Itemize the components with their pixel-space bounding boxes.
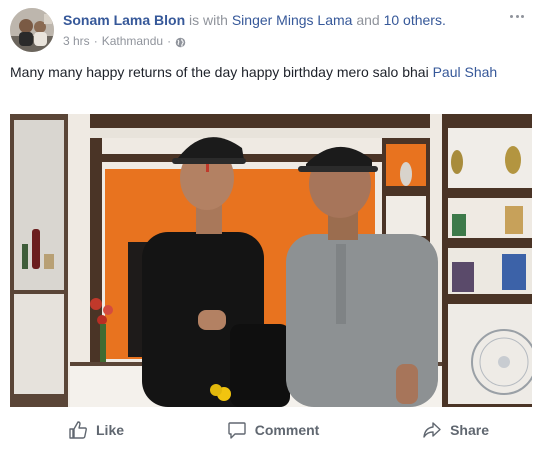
tagged-person-link[interactable]: Singer Mings Lama: [232, 12, 353, 28]
globe-icon[interactable]: [175, 36, 186, 47]
post-meta: 3 hrs · Kathmandu ·: [63, 33, 186, 49]
post-photo[interactable]: [10, 114, 532, 407]
comment-icon: [227, 420, 247, 440]
post-header: Sonam Lama Blon is with Singer Mings Lam…: [10, 8, 529, 56]
post-message: Many many happy returns of the day happy…: [10, 62, 529, 82]
comment-button[interactable]: Comment: [227, 420, 320, 440]
meta-separator: ·: [167, 34, 172, 48]
share-label: Share: [450, 422, 489, 438]
like-label: Like: [96, 422, 125, 438]
others-link[interactable]: 10 others.: [384, 12, 446, 28]
post-message-text: Many many happy returns of the day happy…: [10, 64, 429, 80]
author-name-link[interactable]: Sonam Lama Blon: [63, 12, 185, 28]
share-button[interactable]: Share: [422, 420, 489, 440]
avatar[interactable]: [10, 8, 54, 52]
thumbs-up-icon: [68, 420, 88, 440]
meta-separator: ·: [93, 34, 98, 48]
post-actions-bar: Like Comment Share: [10, 410, 529, 450]
like-button[interactable]: Like: [68, 420, 124, 440]
comment-label: Comment: [254, 422, 320, 438]
post-header-text: Sonam Lama Blon is with Singer Mings Lam…: [63, 11, 499, 29]
post-timestamp[interactable]: 3 hrs: [63, 33, 90, 49]
message-tag-link[interactable]: Paul Shah: [433, 64, 498, 80]
more-options-icon[interactable]: [509, 12, 525, 22]
and-text: and: [356, 12, 380, 28]
post-location[interactable]: Kathmandu: [102, 33, 163, 49]
share-icon: [422, 420, 442, 440]
with-text: is with: [189, 12, 228, 28]
